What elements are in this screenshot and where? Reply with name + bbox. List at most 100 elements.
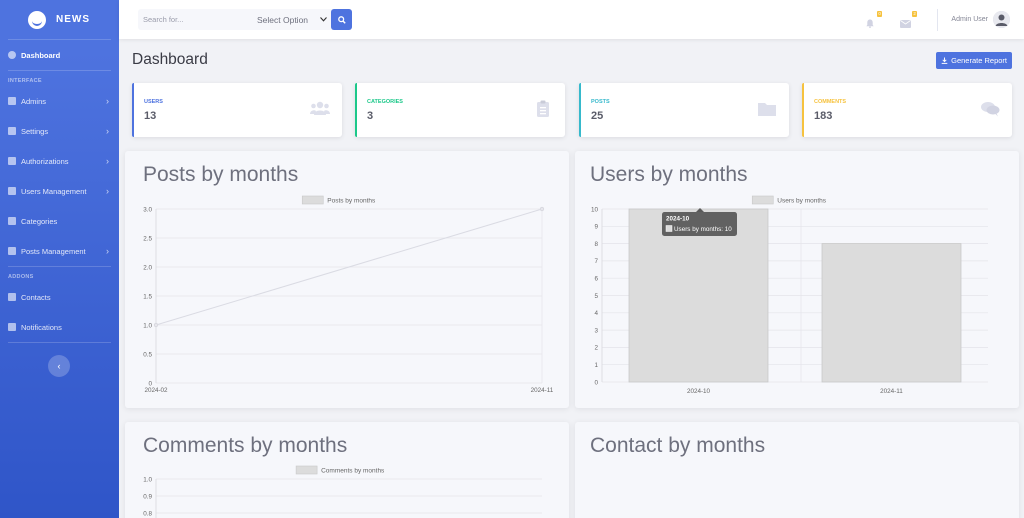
- x-tick-label: 2024-10: [687, 388, 711, 395]
- sidebar-item-label: Authorizations: [21, 156, 69, 166]
- sidebar-item-label: Dashboard: [21, 50, 61, 60]
- topbar-divider: [937, 8, 939, 31]
- sidebar-item-dashboard[interactable]: Dashboard: [0, 40, 119, 70]
- stat-label: CATEGORIES: [367, 99, 403, 105]
- cogs-icon: [8, 127, 16, 135]
- y-tick-label: 3.0: [143, 206, 152, 213]
- legend-swatch: [295, 465, 318, 475]
- y-tick-label: 1.5: [143, 293, 152, 300]
- y-tick-label: 0.9: [143, 493, 152, 500]
- chevron-left-icon: ‹: [57, 361, 61, 371]
- y-tick-label: 5: [594, 293, 598, 300]
- messages-count-badge: 2: [911, 11, 918, 17]
- topbar-right: 0 2 Admin User: [865, 0, 1024, 39]
- y-tick-label: 0.8: [143, 510, 152, 517]
- legend-label: Users by months: [777, 198, 827, 205]
- y-tick-label: 9: [594, 224, 598, 231]
- y-tick-label: 1.0: [143, 476, 152, 483]
- y-tick-label: 1.0: [143, 322, 152, 329]
- sidebar-divider: [8, 342, 111, 343]
- posts-chart: Posts by months00.51.01.52.02.53.02024-0…: [143, 195, 554, 394]
- address-book-icon: [8, 293, 16, 301]
- search-input[interactable]: [138, 9, 253, 30]
- sidebar-item-notifications[interactable]: Notifications: [0, 312, 119, 342]
- y-tick-label: 0.5: [143, 351, 152, 358]
- stat-card-comments: COMMENTS 183: [802, 83, 1012, 137]
- topbar: Select Option 0 2 Admin User: [119, 0, 1024, 39]
- search-icon: [337, 15, 346, 24]
- stat-value: 13: [144, 110, 157, 122]
- folder-icon: [8, 247, 16, 255]
- stat-card-categories: CATEGORIES 3: [355, 83, 565, 137]
- x-tick-label: 2024-11: [531, 387, 554, 394]
- y-tick-label: 2: [594, 345, 598, 352]
- tooltip-swatch: [665, 225, 673, 232]
- stat-card-accent: [132, 83, 134, 137]
- table-icon: [8, 217, 16, 225]
- y-tick-label: 6: [594, 276, 598, 283]
- sidebar-item-authorizations[interactable]: Authorizations ›: [0, 146, 119, 176]
- sidebar-item-users-management[interactable]: Users Management ›: [0, 176, 119, 206]
- sidebar-item-label: Notifications: [21, 322, 62, 332]
- search-form: Select Option: [138, 9, 352, 30]
- user-name[interactable]: Admin User: [951, 16, 988, 23]
- sidebar-item-label: Posts Management: [21, 246, 86, 256]
- contact-chart-card: Contact by months: [575, 422, 1019, 518]
- envelope-icon: [900, 20, 912, 28]
- y-tick-label: 7: [594, 258, 598, 265]
- wrench-icon: [8, 157, 16, 165]
- users-chart: Users by months 0 1 2 3 4 5 6 7 8 9 10 2024-10 2024-1…: [591, 195, 988, 395]
- generate-report-label: Generate Report: [951, 56, 1007, 65]
- alerts-dropdown[interactable]: 0: [865, 11, 883, 28]
- comments-chart-card: Comments by months Comments by months 1.0…: [125, 422, 569, 518]
- sidebar-item-label: Settings: [21, 126, 49, 136]
- legend-label: Comments by months: [321, 468, 385, 475]
- x-tick-label: 2024-02: [144, 387, 168, 394]
- sidebar-item-categories[interactable]: Categories: [0, 206, 119, 236]
- sidebar-item-admins[interactable]: Admins ›: [0, 86, 119, 116]
- stat-value: 183: [814, 110, 833, 122]
- stat-label: USERS: [144, 99, 163, 105]
- search-button[interactable]: [331, 9, 352, 30]
- sidebar-toggle-button[interactable]: ‹: [48, 355, 70, 377]
- sidebar-item-label: Categories: [21, 216, 58, 226]
- chevron-right-icon: ›: [106, 126, 109, 136]
- brand-name: NEWS: [56, 14, 90, 25]
- stat-card-users: USERS 13: [132, 83, 342, 137]
- generate-report-button[interactable]: Generate Report: [936, 52, 1012, 69]
- chevron-down-icon: [320, 17, 327, 22]
- posts-chart-card: Posts by months Posts by months 0 0.5 1.0 1.…: [125, 151, 569, 408]
- sidebar-item-posts-management[interactable]: Posts Management ›: [0, 236, 119, 266]
- tooltip-text: Users by months: 10: [674, 226, 732, 233]
- messages-dropdown[interactable]: 2: [900, 11, 918, 28]
- download-icon: [941, 57, 948, 64]
- chevron-right-icon: ›: [106, 156, 109, 166]
- stat-card-posts: POSTS 25: [579, 83, 789, 137]
- users-icon: [8, 187, 16, 195]
- y-tick-label: 4: [594, 310, 598, 317]
- y-tick-label: 3: [594, 327, 598, 334]
- sidebar-heading-addons: ADDONS: [8, 274, 34, 280]
- tachometer-icon: [8, 51, 16, 59]
- alerts-count-badge: 0: [876, 11, 883, 17]
- stat-value: 25: [591, 110, 604, 122]
- chevron-right-icon: ›: [106, 186, 109, 196]
- avatar[interactable]: [993, 11, 1010, 28]
- stat-card-accent: [355, 83, 357, 137]
- legend-label: Posts by months: [327, 198, 376, 205]
- y-tick-label: 1: [594, 362, 598, 369]
- y-tick-label: 2.5: [143, 235, 152, 242]
- brand[interactable]: NEWS: [0, 0, 119, 39]
- sidebar-item-contacts[interactable]: Contacts: [0, 282, 119, 312]
- sidebar-item-settings[interactable]: Settings ›: [0, 116, 119, 146]
- sidebar-heading-interface: INTERFACE: [8, 78, 42, 84]
- comments-icon: [981, 102, 1000, 117]
- stat-card-accent: [802, 83, 804, 137]
- y-tick-label: 0: [594, 379, 598, 386]
- bell-icon: [8, 323, 16, 331]
- contact-chart-title: Contact by months: [590, 434, 766, 457]
- search-select[interactable]: Select Option: [253, 15, 331, 25]
- tooltip-title: 2024-10: [666, 216, 690, 223]
- search-select-value: Select Option: [257, 14, 309, 25]
- stat-label: COMMENTS: [814, 99, 847, 105]
